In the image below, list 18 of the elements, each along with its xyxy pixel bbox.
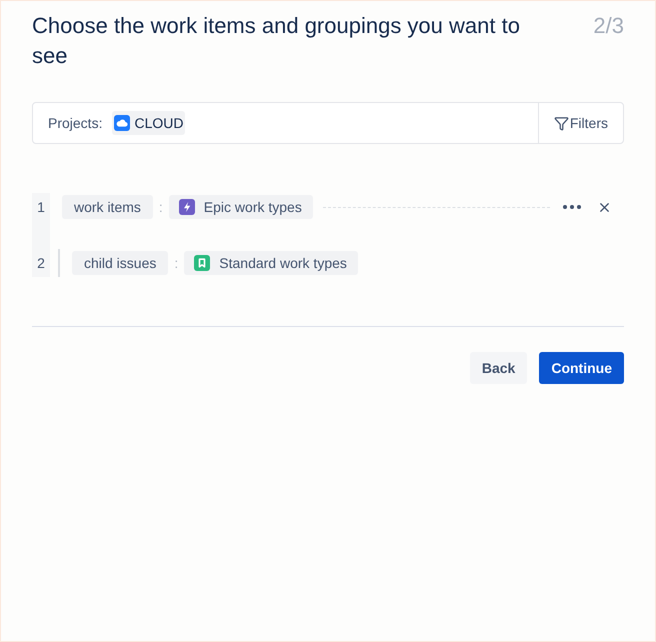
cloud-icon (114, 115, 130, 131)
step-counter: 2/3 (593, 12, 624, 40)
row-number: 1 (37, 198, 45, 217)
funnel-icon (554, 116, 569, 130)
continue-button[interactable]: Continue (539, 352, 624, 384)
more-icon (563, 205, 581, 209)
dialog-title: Choose the work items and groupings you want to see (32, 12, 521, 70)
project-tag[interactable]: CLOUD (112, 111, 186, 135)
work-type-selector[interactable]: Standard work types (184, 251, 358, 275)
projects-label: Projects: (48, 114, 102, 133)
work-type-selector[interactable]: Epic work types (168, 195, 313, 219)
field-selector[interactable]: child issues (72, 251, 168, 275)
back-button[interactable]: Back (470, 352, 528, 384)
separator: : (174, 254, 178, 272)
filters-button[interactable]: Filters (538, 103, 623, 143)
separator: : (158, 198, 163, 216)
row-number: 2 (37, 254, 45, 273)
field-selector[interactable]: work items (62, 195, 153, 219)
